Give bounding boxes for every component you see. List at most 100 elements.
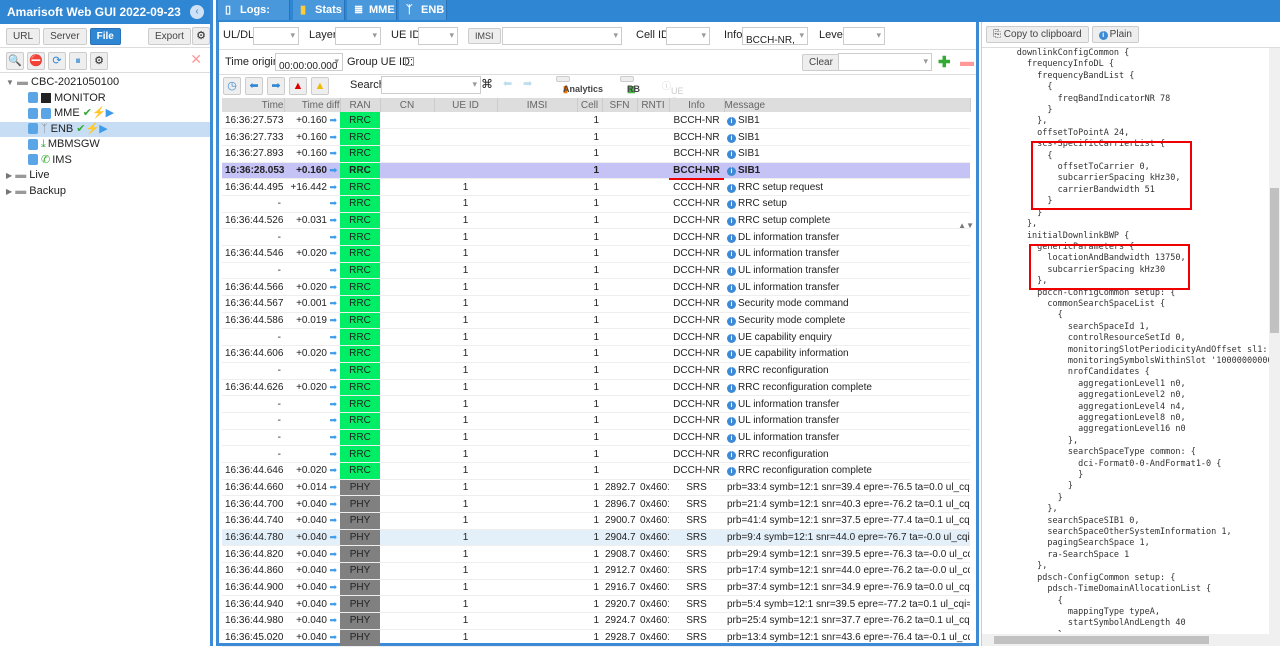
table-row[interactable]: 16:36:27.733 +0.160 ➡ RRC 1 BCCH-NR i SIB1 bbox=[222, 128, 970, 146]
column-header[interactable]: CN bbox=[380, 98, 435, 112]
uecaps-button[interactable]: ⓘ UE Caps bbox=[662, 79, 692, 106]
tree-item-mbmsgw[interactable]: ⤓ MBMSGW bbox=[0, 137, 210, 153]
table-row[interactable]: 16:36:27.573 +0.160 ➡ RRC 1 BCCH-NR i SIB1 bbox=[222, 112, 970, 130]
warning-icon[interactable]: ▲ bbox=[311, 77, 329, 95]
column-header[interactable]: Cell bbox=[577, 98, 603, 112]
tree-root[interactable]: ▼ ▬ CBC-2021050100 bbox=[0, 75, 210, 91]
table-row[interactable]: 16:36:44.606 +0.020 ➡ RRC 1 1 DCCH-NR i UE capa… bbox=[222, 345, 970, 363]
tree-item-ims[interactable]: ✆ IMS bbox=[0, 153, 210, 169]
add-icon[interactable]: ✚ bbox=[938, 53, 951, 71]
uldl-select[interactable] bbox=[253, 27, 299, 45]
play-icon[interactable]: ▶ bbox=[106, 107, 114, 119]
table-row[interactable]: 16:36:44.567 +0.001 ➡ RRC 1 1 DCCH-NR i Securit… bbox=[222, 295, 970, 313]
stop-icon[interactable]: ⛔ bbox=[27, 52, 45, 70]
column-header[interactable]: UE ID bbox=[434, 98, 498, 112]
tree-item-mme[interactable]: MME ✔⚡▶ bbox=[0, 106, 210, 122]
remove-icon[interactable]: ▬ bbox=[960, 53, 974, 69]
plain-button[interactable]: i Plain bbox=[1091, 26, 1139, 43]
settings-icon[interactable]: ⚙ bbox=[90, 52, 108, 70]
arrow-right-icon[interactable]: ➡ bbox=[267, 77, 285, 95]
clock-icon[interactable]: ◷ bbox=[223, 77, 241, 95]
table-row[interactable]: 16:36:44.820+0.040 ➡PHY112908.70x4601SRS… bbox=[222, 545, 970, 564]
table-row[interactable]: 16:36:45.020+0.040 ➡PHY112928.70x4601SRS… bbox=[222, 629, 970, 647]
export-button[interactable]: Export bbox=[148, 28, 191, 45]
search-icon[interactable]: 🔍 bbox=[6, 52, 24, 70]
group-ue-checkbox[interactable] bbox=[405, 57, 414, 66]
tab-stats[interactable]: ▮ Stats bbox=[293, 0, 345, 20]
column-header[interactable]: Time diff bbox=[284, 98, 341, 112]
table-row[interactable]: 16:36:44.646 +0.020 ➡ RRC 1 1 DCCH-NR i RRC rec… bbox=[222, 462, 970, 480]
table-row[interactable]: - ➡ RRC 1 1 DCCH-NR i UL information transfer bbox=[222, 412, 970, 430]
horizontal-scrollbar[interactable] bbox=[982, 634, 1269, 646]
tab-mme[interactable]: ≣ MME bbox=[347, 0, 397, 20]
table-row[interactable]: - ➡ RRC 1 1 DCCH-NR i UL information transfer bbox=[222, 429, 970, 447]
url-button[interactable]: URL bbox=[6, 28, 41, 45]
table-row[interactable]: 16:36:44.900+0.040 ➡PHY112916.70x4601SRS… bbox=[222, 579, 970, 597]
imsi-select[interactable] bbox=[502, 27, 622, 45]
server-button[interactable]: Server bbox=[43, 28, 87, 45]
table-row[interactable]: 16:36:44.780+0.040 ➡PHY112904.70x4601SRS… bbox=[222, 529, 970, 547]
table-row[interactable]: 16:36:44.495 +16.442 ➡ RRC 1 1 CCCH-NR i RRC se… bbox=[222, 178, 970, 196]
column-header[interactable]: Time bbox=[222, 98, 285, 112]
tab-logs[interactable]: ▯Logs: 1109 bbox=[218, 0, 290, 36]
tab-enb[interactable]: ᛉ ENB bbox=[399, 0, 447, 20]
table-row[interactable]: - ➡ RRC 1 1 CCCH-NR i RRC setup bbox=[222, 195, 970, 213]
table-row[interactable]: 16:36:27.893 +0.160 ➡ RRC 1 BCCH-NR i SIB1 bbox=[222, 145, 970, 163]
table-row[interactable]: 16:36:44.546 +0.020 ➡ RRC 1 1 DCCH-NR i UL info… bbox=[222, 245, 970, 263]
tree-folder-backup[interactable]: ▶ ▬ Backup bbox=[0, 184, 210, 200]
column-header[interactable]: Message bbox=[724, 98, 971, 112]
search-input[interactable] bbox=[381, 76, 481, 94]
table-row[interactable]: 16:36:44.566 +0.020 ➡ RRC 1 1 DCCH-NR i UL info… bbox=[222, 278, 970, 297]
column-header[interactable]: RAN bbox=[340, 98, 381, 112]
ueid-select[interactable] bbox=[418, 27, 458, 45]
info-select[interactable]: BCCH-NR, bbox=[742, 27, 808, 46]
table-row[interactable]: 16:36:44.586 +0.019 ➡ RRC 1 1 DCCH-NR i Securit… bbox=[222, 312, 970, 330]
analytics-button[interactable]: ▮ Analytics bbox=[556, 76, 603, 94]
table-row[interactable]: 16:36:44.526 +0.031 ➡ RRC 1 1 DCCH-NR i RRC set… bbox=[222, 212, 970, 230]
time-origin-input[interactable]: 00:00:00.000 bbox=[275, 53, 343, 72]
filter-preset-select[interactable] bbox=[838, 53, 932, 71]
cellid-select[interactable] bbox=[666, 27, 710, 45]
table-row[interactable]: 16:36:28.053 +0.160 ➡ RRC 1 BCCH-NR i SIB1 bbox=[222, 162, 970, 180]
table-row[interactable]: 16:36:44.626 +0.020 ➡ RRC 1 1 DCCH-NR i RRC rec… bbox=[222, 379, 970, 397]
error-icon[interactable]: ▲ bbox=[289, 77, 307, 95]
play-icon[interactable]: ▶ bbox=[99, 123, 107, 135]
rb-button[interactable]: ▦ RB bbox=[620, 76, 640, 94]
prev-result-icon[interactable]: ⬅ bbox=[503, 77, 512, 90]
column-header[interactable]: SFN bbox=[602, 98, 638, 112]
pause-icon[interactable]: ⏸ bbox=[69, 52, 87, 70]
table-row[interactable]: - ➡ RRC 1 1 DCCH-NR i UL information transfer bbox=[222, 395, 970, 413]
tree-item-enb[interactable]: ᛉ ENB ✔⚡▶ bbox=[0, 121, 210, 137]
collapse-sidebar-icon[interactable]: ‹ bbox=[190, 5, 204, 19]
close-icon[interactable]: ✕ bbox=[190, 51, 202, 68]
table-row[interactable]: 16:36:44.940+0.040 ➡PHY112920.70x4601SRS… bbox=[222, 595, 970, 614]
settings-icon[interactable]: ⚙ bbox=[192, 27, 210, 45]
column-header[interactable]: IMSI bbox=[497, 98, 578, 112]
level-select[interactable] bbox=[843, 27, 885, 45]
tree-item-monitor[interactable]: MONITOR bbox=[0, 91, 210, 107]
imsi-button[interactable]: IMSI bbox=[468, 28, 501, 44]
table-row[interactable]: - ➡ RRC 1 1 DCCH-NR i DL information transfer bbox=[222, 228, 970, 246]
binoculars-icon[interactable]: ⌘ bbox=[481, 77, 493, 91]
table-row[interactable]: - ➡ RRC 1 1 DCCH-NR i RRC reconfiguration bbox=[222, 445, 970, 463]
table-row[interactable]: 16:36:44.980+0.040 ➡PHY112924.70x4601SRS… bbox=[222, 612, 970, 630]
table-row[interactable]: - ➡ RRC 1 1 DCCH-NR i UE capability enquiry bbox=[222, 328, 970, 347]
arrow-left-icon[interactable]: ⬅ bbox=[245, 77, 263, 95]
scroll-indicator[interactable]: ▲▼ bbox=[958, 221, 974, 230]
vertical-scrollbar[interactable] bbox=[1269, 48, 1280, 646]
table-row[interactable]: 16:36:44.860+0.040 ➡PHY112912.70x4601SRS… bbox=[222, 562, 970, 580]
layer-select[interactable] bbox=[335, 27, 381, 45]
table-row[interactable]: 16:36:44.700+0.040 ➡PHY112896.70x4601SRS… bbox=[222, 495, 970, 513]
next-result-icon[interactable]: ➡ bbox=[523, 77, 532, 90]
table-row[interactable]: - ➡ RRC 1 1 DCCH-NR i RRC reconfiguration bbox=[222, 362, 970, 380]
copy-button[interactable]: ⎘ Copy to clipboard bbox=[986, 26, 1089, 43]
table-row[interactable]: 16:36:44.740+0.040 ➡PHY112900.70x4601SRS… bbox=[222, 512, 970, 530]
table-row[interactable]: - ➡ RRC 1 1 DCCH-NR i UL information transfer bbox=[222, 262, 970, 280]
refresh-icon[interactable]: ⟳ bbox=[48, 52, 66, 70]
column-header[interactable]: RNTI bbox=[637, 98, 670, 112]
tree-folder-live[interactable]: ▶ ▬ Live bbox=[0, 168, 210, 184]
table-row[interactable]: 16:36:44.660+0.014 ➡PHY112892.70x4601SRS… bbox=[222, 479, 970, 497]
column-header[interactable]: Info bbox=[669, 98, 725, 112]
file-button[interactable]: File bbox=[89, 28, 121, 45]
clear-button[interactable]: Clear bbox=[802, 54, 840, 71]
